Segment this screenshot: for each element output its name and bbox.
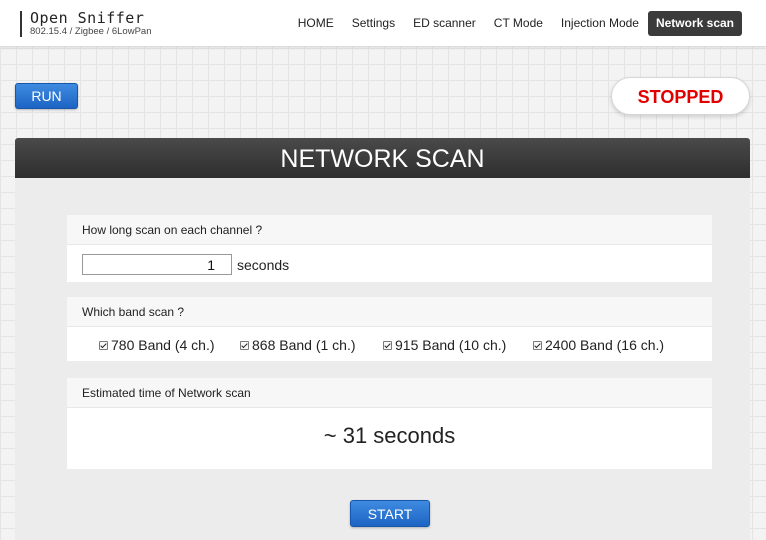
scan-duration-row: seconds — [82, 254, 289, 275]
band-915-label: 915 Band (10 ch.) — [395, 337, 507, 353]
logo-subtitle: 802.15.4 / Zigbee / 6LowPan — [30, 26, 152, 37]
band-2400-label: 2400 Band (16 ch.) — [545, 337, 665, 353]
nav-settings[interactable]: Settings — [343, 11, 404, 36]
estimate-value: ~ 31 seconds — [323, 423, 456, 448]
estimate-section: Estimated time of Network scan ~ 31 seco… — [67, 378, 712, 469]
scan-duration-question: How long scan on each channel ? — [67, 215, 712, 245]
scan-duration-input[interactable] — [82, 254, 232, 275]
main-nav: HOME Settings ED scanner CT Mode Injecti… — [289, 11, 742, 36]
band-780-checkbox[interactable] — [99, 340, 108, 350]
band-780-label: 780 Band (4 ch.) — [111, 337, 215, 353]
nav-ct-mode[interactable]: CT Mode — [485, 11, 552, 36]
band-780-option[interactable]: 780 Band (4 ch.) — [99, 337, 215, 353]
logo-title: Open Sniffer — [30, 9, 145, 27]
nav-home[interactable]: HOME — [289, 11, 343, 36]
band-2400-checkbox[interactable] — [533, 340, 542, 350]
band-868-checkbox[interactable] — [240, 340, 249, 350]
panel-title: NETWORK SCAN — [15, 138, 750, 178]
nav-network-scan[interactable]: Network scan — [647, 11, 742, 36]
top-header: Open Sniffer 802.15.4 / Zigbee / 6LowPan… — [0, 0, 766, 47]
band-2400-option[interactable]: 2400 Band (16 ch.) — [533, 337, 664, 353]
scan-duration-section: How long scan on each channel ? seconds — [67, 215, 712, 282]
network-scan-panel: NETWORK SCAN How long scan on each chann… — [15, 138, 750, 540]
nav-ed-scanner[interactable]: ED scanner — [404, 11, 485, 36]
start-button[interactable]: START — [350, 500, 430, 527]
app-logo[interactable]: Open Sniffer 802.15.4 / Zigbee / 6LowPan — [20, 10, 151, 38]
scan-duration-unit: seconds — [237, 256, 290, 273]
band-868-label: 868 Band (1 ch.) — [252, 337, 356, 353]
status-badge: STOPPED — [611, 77, 750, 115]
run-button[interactable]: RUN — [15, 83, 78, 109]
band-915-checkbox[interactable] — [383, 340, 392, 350]
logo-text: Open Sniffer 802.15.4 / Zigbee / 6LowPan — [30, 10, 151, 38]
logo-bar — [20, 11, 22, 37]
estimate-label: Estimated time of Network scan — [67, 378, 712, 408]
band-915-option[interactable]: 915 Band (10 ch.) — [383, 337, 506, 353]
band-question: Which band scan ? — [67, 297, 712, 327]
band-section: Which band scan ? 780 Band (4 ch.) 868 B… — [67, 297, 712, 361]
band-868-option[interactable]: 868 Band (1 ch.) — [240, 337, 356, 353]
nav-injection-mode[interactable]: Injection Mode — [552, 11, 648, 36]
